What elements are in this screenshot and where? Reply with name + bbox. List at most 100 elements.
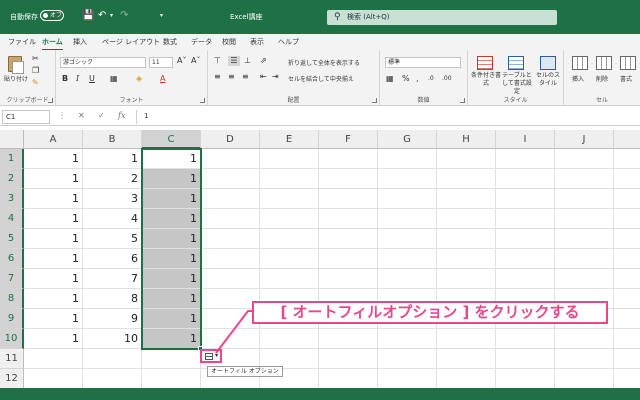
dialog-launcher-icon[interactable] [200, 98, 205, 103]
format-as-table-button[interactable]: テーブルとして書式設定 [501, 72, 533, 96]
cell-b11[interactable] [83, 349, 142, 369]
align-bottom-icon[interactable]: ⊥ [244, 56, 251, 66]
increase-decimal-icon[interactable]: .0 [428, 74, 434, 84]
tab-review[interactable]: 校閲 [222, 37, 236, 47]
cell-b5[interactable]: 5 [83, 229, 142, 249]
cell-c3[interactable]: 1 [142, 189, 201, 209]
cell-k7[interactable] [614, 269, 640, 289]
number-format-select[interactable]: 標準 [385, 57, 461, 68]
column-header-e[interactable]: E [260, 130, 319, 149]
cell-c4[interactable]: 1 [142, 209, 201, 229]
cell-f6[interactable] [319, 249, 378, 269]
cell-e1[interactable] [260, 149, 319, 169]
customize-toolbar-icon[interactable]: ▾ [160, 10, 163, 22]
format-as-table-icon[interactable] [508, 56, 524, 70]
cell-a5[interactable]: 1 [24, 229, 83, 249]
paste-button[interactable]: 貼り付け [4, 74, 28, 83]
row-header-5[interactable]: 5 [0, 229, 24, 249]
cell-f7[interactable] [319, 269, 378, 289]
align-left-icon[interactable]: ≡ [214, 72, 221, 82]
cell-k2[interactable] [614, 169, 640, 189]
cell-g5[interactable] [378, 229, 437, 249]
tab-page-layout[interactable]: ページ レイアウト [102, 37, 160, 47]
cell-j5[interactable] [555, 229, 614, 249]
cell-a7[interactable]: 1 [24, 269, 83, 289]
formula-input[interactable]: 1 [144, 112, 148, 120]
cell-b4[interactable]: 4 [83, 209, 142, 229]
cell-b7[interactable]: 7 [83, 269, 142, 289]
increase-font-icon[interactable]: A˅ [177, 56, 186, 66]
column-header-b[interactable]: B [83, 130, 142, 149]
autosave-toggle[interactable]: オフ [40, 10, 64, 21]
cell-c1[interactable]: 1 [142, 149, 201, 169]
fill-color-icon[interactable]: ◈ [136, 74, 142, 84]
cell-styles-icon[interactable] [540, 56, 556, 70]
cell-h11[interactable] [437, 349, 496, 369]
align-right-icon[interactable]: ≡ [242, 72, 249, 82]
cell-e5[interactable] [260, 229, 319, 249]
cell-a9[interactable]: 1 [24, 309, 83, 329]
italic-icon[interactable]: I [76, 74, 79, 84]
cell-k3[interactable] [614, 189, 640, 209]
cell-f10[interactable] [319, 329, 378, 349]
decrease-indent-icon[interactable]: ⇤ [260, 72, 267, 82]
undo-icon[interactable]: ↶ [98, 10, 106, 22]
borders-icon[interactable]: ▦ [110, 74, 118, 84]
copy-icon[interactable]: ❐ [32, 66, 39, 76]
cell-d5[interactable] [201, 229, 260, 249]
column-header-i[interactable]: I [496, 130, 555, 149]
cell-g3[interactable] [378, 189, 437, 209]
cell-d2[interactable] [201, 169, 260, 189]
cell-g11[interactable] [378, 349, 437, 369]
cell-i1[interactable] [496, 149, 555, 169]
comma-style-icon[interactable]: , [416, 74, 419, 84]
cell-k1[interactable] [614, 149, 640, 169]
cell-j3[interactable] [555, 189, 614, 209]
cell-b12[interactable] [83, 369, 142, 388]
cell-b1[interactable]: 1 [83, 149, 142, 169]
row-header-7[interactable]: 7 [0, 269, 24, 289]
tab-formulas[interactable]: 数式 [163, 37, 177, 47]
decrease-font-icon[interactable]: Aˇ [191, 56, 200, 66]
row-header-12[interactable]: 12 [0, 369, 24, 388]
spreadsheet-grid[interactable]: ABCDEFGHIJK11112121313141415151616171718… [0, 130, 640, 388]
column-header-j[interactable]: J [555, 130, 614, 149]
cell-h3[interactable] [437, 189, 496, 209]
cell-k9[interactable] [614, 309, 640, 329]
cell-d7[interactable] [201, 269, 260, 289]
cell-i12[interactable] [496, 369, 555, 388]
merge-center-button[interactable]: セルを結合して中央揃え [288, 74, 354, 83]
delete-button[interactable]: 削除 [596, 74, 608, 83]
dialog-launcher-icon[interactable] [372, 98, 377, 103]
cell-b8[interactable]: 8 [83, 289, 142, 309]
row-header-10[interactable]: 10 [0, 329, 24, 349]
cell-h4[interactable] [437, 209, 496, 229]
cell-c9[interactable]: 1 [142, 309, 201, 329]
cell-d4[interactable] [201, 209, 260, 229]
insert-function-icon[interactable]: fx [118, 111, 125, 120]
cell-h7[interactable] [437, 269, 496, 289]
name-box[interactable]: C1 [2, 110, 50, 124]
column-header-c[interactable]: C [142, 130, 201, 149]
row-header-9[interactable]: 9 [0, 309, 24, 329]
wrap-text-button[interactable]: 折り返して全体を表示する [288, 58, 360, 67]
row-header-6[interactable]: 6 [0, 249, 24, 269]
row-header-1[interactable]: 1 [0, 149, 24, 169]
cell-a12[interactable] [24, 369, 83, 388]
cell-c11[interactable] [142, 349, 201, 369]
cell-e6[interactable] [260, 249, 319, 269]
decrease-decimal-icon[interactable]: .00 [442, 74, 452, 84]
column-header-f[interactable]: F [319, 130, 378, 149]
percent-icon[interactable]: % [402, 74, 410, 84]
cell-k8[interactable] [614, 289, 640, 309]
select-all-corner[interactable] [0, 130, 24, 149]
cell-g7[interactable] [378, 269, 437, 289]
underline-icon[interactable]: U [89, 74, 95, 84]
cell-g6[interactable] [378, 249, 437, 269]
cell-c7[interactable]: 1 [142, 269, 201, 289]
redo-icon[interactable]: ↷ [120, 10, 128, 22]
cell-j2[interactable] [555, 169, 614, 189]
column-header-g[interactable]: G [378, 130, 437, 149]
dialog-launcher-icon[interactable] [460, 98, 465, 103]
row-header-2[interactable]: 2 [0, 169, 24, 189]
